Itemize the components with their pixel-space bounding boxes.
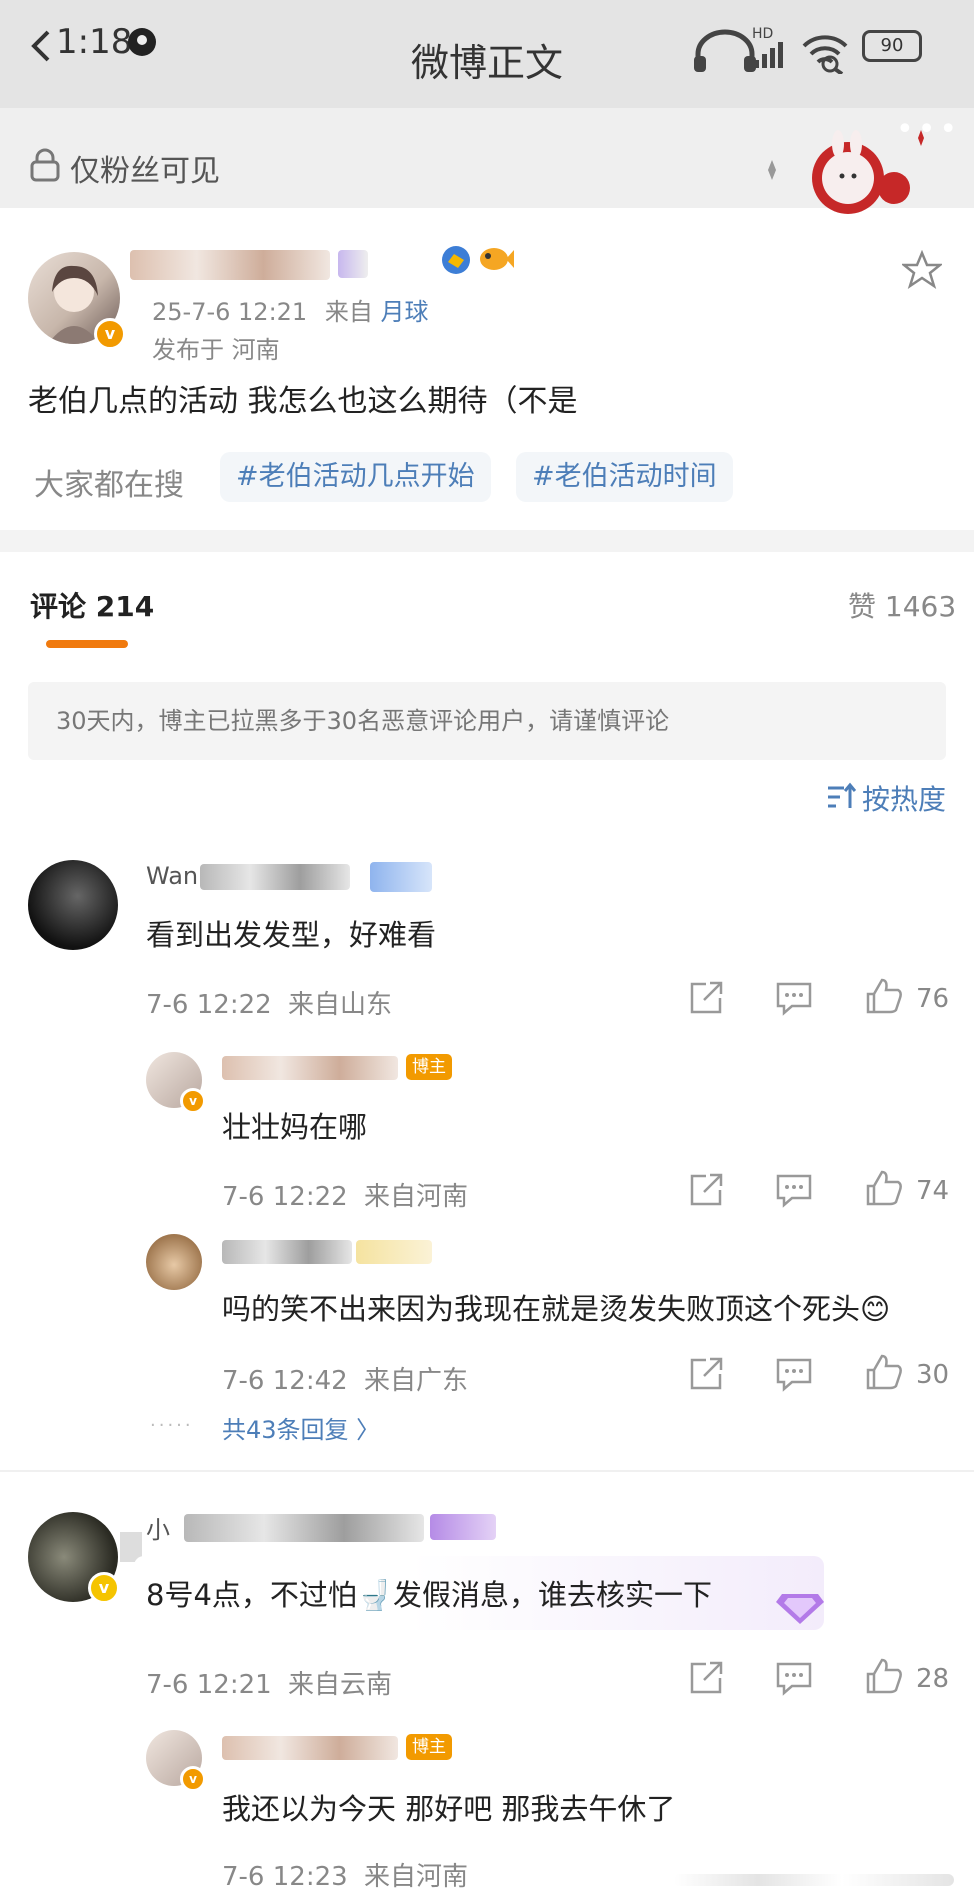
comment-location: 来自山东	[287, 990, 392, 1020]
reply-time: 7-6 12:42 来自广东	[222, 1360, 468, 1397]
like-count: 74	[916, 1176, 950, 1206]
like-thumb-icon[interactable]	[864, 1656, 904, 1696]
comment-icon[interactable]	[774, 1354, 814, 1394]
vip-globe-icon	[442, 246, 470, 274]
verified-badge-icon: v	[180, 1088, 206, 1114]
sort-icon[interactable]	[826, 782, 856, 812]
share-icon[interactable]	[686, 1658, 726, 1698]
comment-timestamp: 7-6 12:22	[146, 990, 272, 1020]
post-timestamp: 25-7-6 12:21	[152, 298, 308, 326]
reply-text: 吗的笑不出来因为我现在就是烫发失败顶这个死头😊	[222, 1292, 891, 1326]
comment-icon[interactable]	[774, 1658, 814, 1698]
comment-notice: 30天内，博主已拉黑多于30名恶意评论用户，请谨慎评论	[28, 682, 946, 760]
share-icon[interactable]	[686, 978, 726, 1018]
redacted-strip	[674, 1874, 954, 1886]
reply-text: 壮壮妈在哪	[222, 1110, 368, 1144]
replies-dots: .....	[150, 1410, 194, 1431]
comment-icon[interactable]	[774, 978, 814, 1018]
commenter-avatar[interactable]	[28, 860, 118, 950]
comment-location: 来自云南	[287, 1670, 392, 1700]
comment-time: 7-6 12:21 来自云南	[146, 1664, 392, 1701]
battery-indicator: 90	[862, 30, 922, 62]
redacted-badge	[356, 1240, 432, 1264]
redacted-badge	[338, 250, 368, 278]
source-prefix: 来自	[324, 298, 373, 326]
vip-badge-icon: v	[88, 1572, 120, 1604]
redacted-badge	[430, 1514, 496, 1540]
section-divider	[0, 530, 974, 552]
signal-icon	[754, 42, 783, 68]
reply-location: 来自河南	[363, 1182, 468, 1212]
reply-location: 来自广东	[363, 1366, 468, 1396]
reply-timestamp: 7-6 12:22	[222, 1182, 348, 1212]
share-icon[interactable]	[686, 1354, 726, 1394]
comment-icon[interactable]	[774, 1170, 814, 1210]
diamond-badge-icon	[776, 1594, 824, 1624]
comment-text: 看到出发发型，好难看	[146, 918, 437, 952]
reply-avatar[interactable]	[146, 1234, 202, 1290]
reply-name-redacted	[222, 1056, 398, 1080]
commenter-name-hint: Wan	[146, 862, 199, 890]
reply-time: 7-6 12:23 来自河南	[222, 1856, 468, 1893]
like-thumb-icon[interactable]	[864, 1352, 904, 1392]
author-tag: 博主	[406, 1054, 452, 1080]
view-all-replies-link[interactable]: 共43条回复 〉	[222, 1410, 380, 1445]
wifi-icon	[802, 35, 848, 74]
commenter-name-hint: 小	[146, 1516, 170, 1544]
post-body: 老伯几点的活动 我怎么也这么期待（不是	[28, 384, 578, 419]
post-location: 发布于 河南	[152, 336, 280, 364]
comment-timestamp: 7-6 12:21	[146, 1670, 272, 1700]
comment-time: 7-6 12:22 来自山东	[146, 984, 392, 1021]
like-thumb-icon[interactable]	[864, 1168, 904, 1208]
redacted-badge	[370, 862, 432, 892]
reply-name-redacted	[222, 1736, 398, 1760]
favorite-star-icon[interactable]	[902, 250, 942, 290]
commenter-name-redacted	[184, 1514, 424, 1542]
author-name-redacted	[130, 250, 330, 280]
like-count: 28	[916, 1664, 950, 1694]
comment-text: 8号4点，不过怕🚽发假消息，谁去核实一下	[146, 1578, 713, 1612]
lock-icon	[30, 148, 60, 182]
tab-likes[interactable]: 赞 1463	[848, 585, 956, 625]
fish-level-icon	[480, 248, 514, 270]
author-tag: 博主	[406, 1734, 452, 1760]
reply-location: 来自河南	[363, 1862, 468, 1892]
active-tab-indicator	[46, 640, 128, 648]
hashtag-chip[interactable]: #老伯活动几点开始	[220, 452, 491, 502]
headphones-icon	[694, 29, 756, 72]
more-menu-button[interactable]: •••	[896, 112, 961, 147]
reply-name-redacted	[222, 1240, 352, 1264]
reply-text: 我还以为今天 那好吧 那我去午休了	[222, 1792, 676, 1826]
like-count: 30	[916, 1360, 950, 1390]
reply-timestamp: 7-6 12:23	[222, 1862, 348, 1892]
visibility-label: 仅粉丝可见	[70, 154, 220, 189]
comment-separator	[0, 1470, 974, 1472]
verified-badge-icon: v	[180, 1766, 206, 1792]
verified-badge-icon: v	[94, 318, 126, 350]
like-thumb-icon[interactable]	[864, 976, 904, 1016]
post-meta: 25-7-6 12:21 来自 月球	[152, 292, 428, 327]
like-count: 76	[916, 984, 950, 1014]
reply-timestamp: 7-6 12:42	[222, 1366, 348, 1396]
tab-comments[interactable]: 评论 214	[30, 585, 154, 625]
share-icon[interactable]	[686, 1170, 726, 1210]
post-source[interactable]: 月球	[380, 298, 428, 326]
sort-by-hot-button[interactable]: 按热度	[862, 778, 946, 818]
reply-time: 7-6 12:22 来自河南	[222, 1176, 468, 1213]
hashtag-chip[interactable]: #老伯活动时间	[516, 452, 733, 502]
trending-search-label: 大家都在搜	[34, 468, 184, 503]
commenter-name-redacted	[200, 864, 350, 890]
